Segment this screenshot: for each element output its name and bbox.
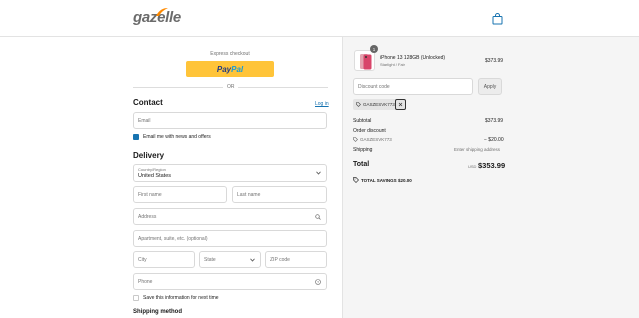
- subtotal-label: Subtotal: [353, 118, 372, 124]
- zip-placeholder: ZIP code: [270, 257, 290, 263]
- phone-image: [360, 54, 372, 70]
- apartment-field[interactable]: Apartment, suite, etc. (optional): [133, 230, 327, 247]
- tag-icon: [353, 137, 358, 142]
- email-field[interactable]: Email: [133, 112, 327, 129]
- contact-heading: Contact: [133, 98, 163, 107]
- last-name-field[interactable]: Last name: [232, 186, 327, 203]
- total-currency: USD: [468, 164, 477, 169]
- shipping-value: Enter shipping address: [454, 147, 501, 152]
- phone-field[interactable]: Phone ?: [133, 273, 327, 290]
- express-checkout-label: Express checkout: [210, 51, 250, 57]
- logo-swoosh-icon: [156, 8, 168, 16]
- apartment-placeholder: Apartment, suite, etc. (optional): [138, 236, 208, 242]
- subtotal-value: $373.99: [485, 118, 504, 124]
- email-placeholder: Email: [138, 118, 151, 124]
- city-field[interactable]: City: [133, 251, 195, 268]
- order-discount-value: − $20.00: [484, 137, 504, 143]
- phone-placeholder: Phone: [138, 279, 153, 285]
- apply-button[interactable]: Apply: [478, 78, 502, 95]
- last-name-placeholder: Last name: [237, 192, 261, 198]
- product-name: iPhone 13 128GB (Unlocked): [380, 55, 446, 61]
- news-checkbox-label: Email me with news and offers: [143, 134, 211, 140]
- save-info-label: Save this information for next time: [143, 295, 219, 301]
- or-label: OR: [227, 84, 235, 90]
- order-discount-code: GASZESVK773: [360, 137, 392, 142]
- total-savings-value: $20.00: [398, 178, 412, 183]
- quantity-badge: 1: [370, 45, 378, 53]
- chevron-down-icon: [316, 171, 321, 175]
- search-icon: [315, 214, 321, 220]
- first-name-placeholder: First name: [138, 192, 162, 198]
- product-variant: Starlight / Fair: [380, 62, 405, 67]
- shipping-method-heading: Shipping method: [133, 309, 182, 315]
- state-placeholder: State: [204, 257, 216, 263]
- shipping-label: Shipping: [353, 147, 373, 153]
- news-checkbox[interactable]: [133, 134, 139, 146]
- discount-placeholder: Discount code: [358, 84, 390, 90]
- tag-icon: [356, 102, 361, 107]
- address-placeholder: Address: [138, 214, 157, 220]
- delivery-heading: Delivery: [133, 151, 165, 160]
- product-price: $373.99: [485, 58, 504, 64]
- savings-tag-icon: [353, 177, 359, 183]
- applied-discount-tag: GASZESVK773: [353, 99, 396, 110]
- total-savings-label: TOTAL SAVINGS: [361, 178, 397, 183]
- paypal-button[interactable]: PayPal: [186, 61, 274, 77]
- country-select[interactable]: Country/Region United States: [133, 164, 327, 182]
- country-label: Country/Region: [138, 167, 166, 172]
- address-field[interactable]: Address: [133, 208, 327, 225]
- zip-field[interactable]: ZIP code: [265, 251, 327, 268]
- shopping-bag-icon[interactable]: [492, 13, 503, 25]
- state-select[interactable]: State: [199, 251, 261, 268]
- help-icon[interactable]: ?: [315, 279, 321, 285]
- chevron-down-icon: [250, 258, 255, 262]
- close-icon: [398, 102, 403, 107]
- gazelle-logo[interactable]: gazelle: [133, 8, 181, 31]
- check-icon: [133, 142, 139, 146]
- remove-discount-button[interactable]: [395, 99, 406, 110]
- product-image: [354, 50, 375, 71]
- login-link[interactable]: Log in: [315, 101, 329, 107]
- header: gazelle: [0, 0, 639, 37]
- total-label: Total: [353, 161, 370, 168]
- discount-code-field[interactable]: Discount code: [353, 78, 473, 95]
- city-placeholder: City: [138, 257, 147, 263]
- order-discount-label: Order discount: [353, 128, 386, 134]
- total-value: $353.99: [478, 161, 506, 170]
- country-value: United States: [138, 173, 172, 179]
- save-info-checkbox[interactable]: [133, 295, 139, 301]
- applied-code: GASZESVK773: [363, 102, 395, 107]
- or-divider: OR: [133, 84, 328, 90]
- first-name-field[interactable]: First name: [133, 186, 227, 203]
- paypal-logo: PayPal: [216, 64, 244, 74]
